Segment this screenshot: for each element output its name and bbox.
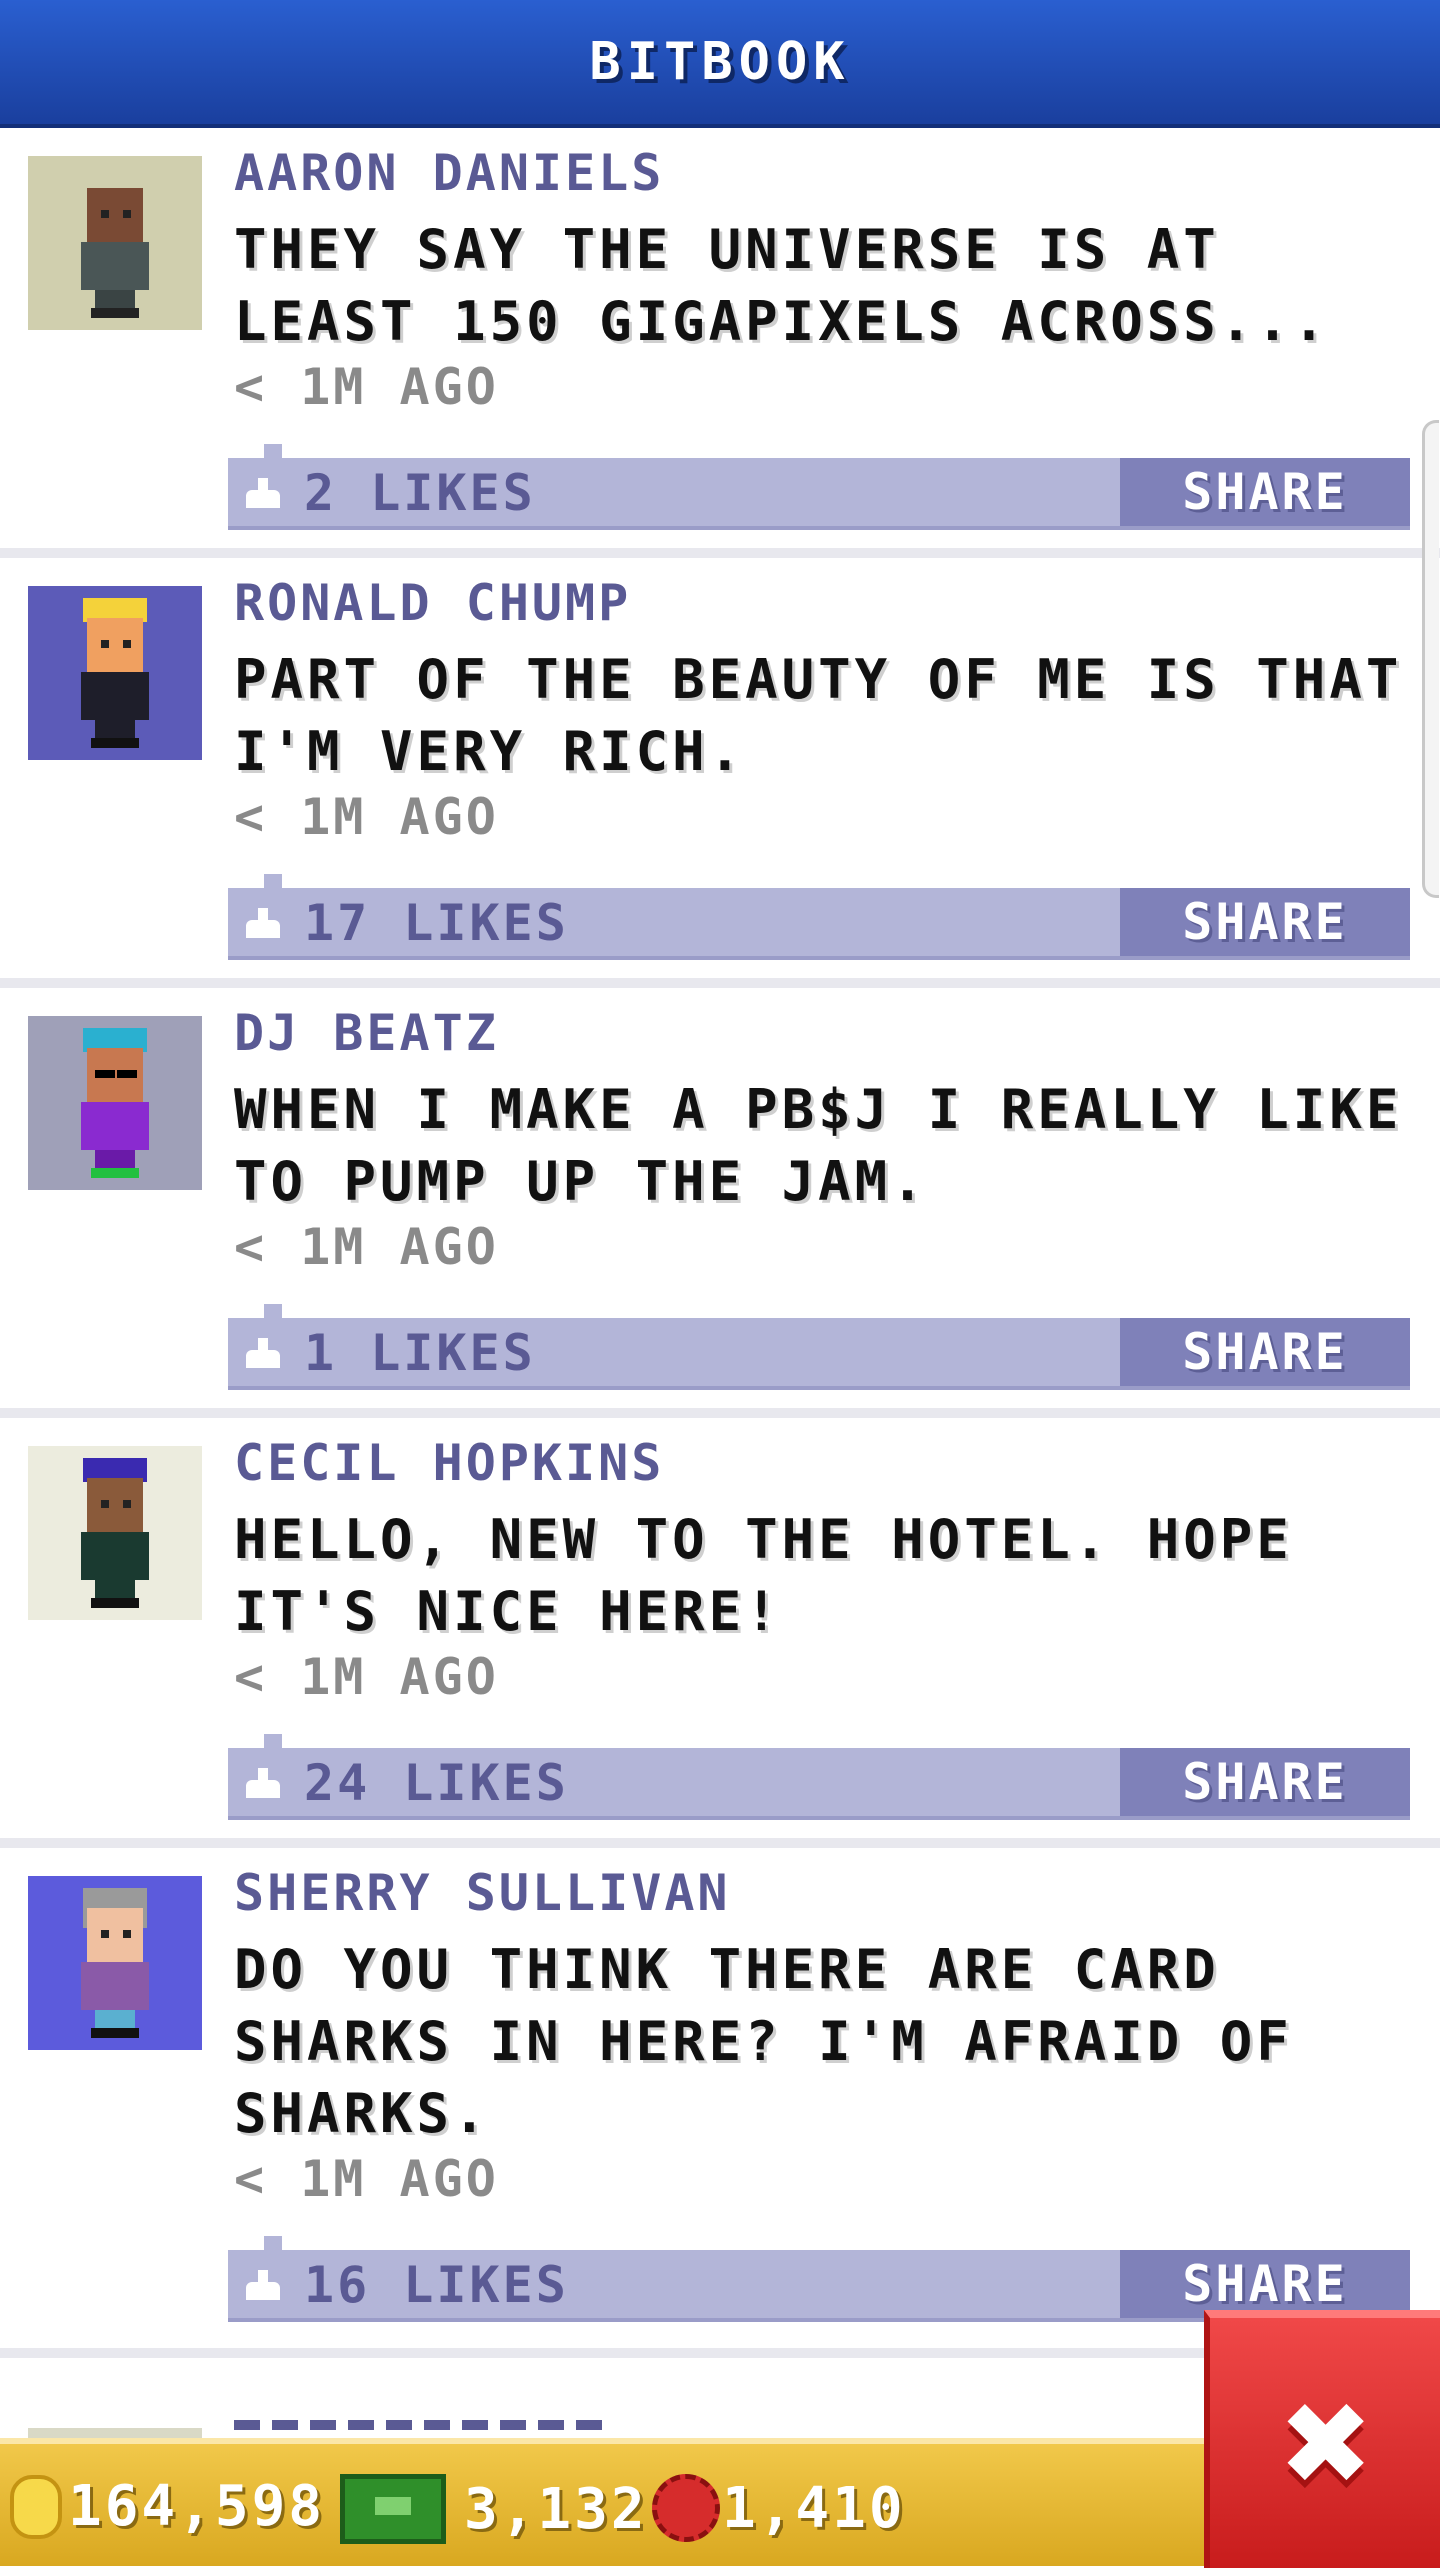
post-card: CECIL HOPKINS HELLO, NEW TO THE HOTEL. H… bbox=[0, 1418, 1440, 1848]
like-bar: 24 LIKES SHARE bbox=[228, 1734, 1410, 1820]
like-count[interactable]: 1 LIKES bbox=[304, 1324, 536, 1382]
poster-name[interactable]: SHERRY SULLIVAN bbox=[234, 1864, 731, 1922]
post-time: < 1M AGO bbox=[234, 358, 499, 416]
like-count[interactable]: 17 LIKES bbox=[304, 894, 569, 952]
coins-value: 164,598 bbox=[68, 2474, 326, 2539]
share-button[interactable]: SHARE bbox=[1120, 1748, 1410, 1816]
app-title: BITBOOK bbox=[589, 32, 851, 92]
thumbs-up-icon[interactable] bbox=[244, 2270, 282, 2300]
share-button[interactable]: SHARE bbox=[1120, 1318, 1410, 1386]
like-bar: 1 LIKES SHARE bbox=[228, 1304, 1410, 1390]
thumbs-up-icon[interactable] bbox=[244, 1338, 282, 1368]
post-card: RONALD CHUMP PART OF THE BEAUTY OF ME IS… bbox=[0, 558, 1440, 988]
character-sprite-icon bbox=[67, 168, 163, 318]
post-time: < 1M AGO bbox=[234, 1218, 499, 1276]
post-message: DO YOU THINK THERE ARE CARD SHARKS IN HE… bbox=[234, 1938, 1293, 2145]
avatar[interactable] bbox=[28, 156, 202, 330]
thumbs-up-icon[interactable] bbox=[244, 478, 282, 508]
like-bar: 2 LIKES SHARE bbox=[228, 444, 1410, 530]
like-count[interactable]: 2 LIKES bbox=[304, 464, 536, 522]
poster-name[interactable]: AARON DANIELS bbox=[234, 144, 664, 202]
avatar[interactable] bbox=[28, 1876, 202, 2050]
post-card: AARON DANIELS THEY SAY THE UNIVERSE IS A… bbox=[0, 128, 1440, 558]
coin-icon bbox=[10, 2474, 62, 2539]
casino-chip-icon bbox=[652, 2474, 720, 2542]
post-message: HELLO, NEW TO THE HOTEL. HOPE IT'S NICE … bbox=[234, 1508, 1293, 1643]
share-button[interactable]: SHARE bbox=[1120, 458, 1410, 526]
post-time: < 1M AGO bbox=[234, 1648, 499, 1706]
post-time: < 1M AGO bbox=[234, 788, 499, 846]
cash-icon bbox=[340, 2474, 446, 2544]
poster-name[interactable]: RONALD CHUMP bbox=[234, 574, 631, 632]
thumbs-up-icon[interactable] bbox=[244, 908, 282, 938]
avatar[interactable] bbox=[28, 1446, 202, 1620]
avatar[interactable] bbox=[28, 586, 202, 760]
character-sprite-icon bbox=[67, 598, 163, 748]
bux-stat: 3,132 bbox=[340, 2474, 648, 2544]
share-button[interactable]: SHARE bbox=[1120, 888, 1410, 956]
like-bar: 17 LIKES SHARE bbox=[228, 874, 1410, 960]
poster-name[interactable]: DJ BEATZ bbox=[234, 1004, 499, 1062]
character-sprite-icon bbox=[67, 1888, 163, 2038]
post-time: < 1M AGO bbox=[234, 2150, 499, 2208]
like-count[interactable]: 24 LIKES bbox=[304, 1754, 569, 1812]
coins-stat: 164,598 bbox=[10, 2474, 325, 2539]
post-feed[interactable]: AARON DANIELS THEY SAY THE UNIVERSE IS A… bbox=[0, 128, 1440, 2358]
chips-value: 1,410 bbox=[722, 2475, 906, 2541]
post-message: PART OF THE BEAUTY OF ME IS THAT I'M VER… bbox=[234, 648, 1403, 783]
poster-name-partial bbox=[234, 2420, 614, 2430]
poster-name[interactable]: CECIL HOPKINS bbox=[234, 1434, 664, 1492]
post-message: THEY SAY THE UNIVERSE IS AT LEAST 150 GI… bbox=[234, 218, 1330, 353]
bux-value: 3,132 bbox=[464, 2476, 648, 2542]
character-sprite-icon bbox=[67, 1028, 163, 1178]
close-button[interactable]: ✖ bbox=[1204, 2310, 1440, 2568]
close-icon: ✖ bbox=[1282, 2356, 1374, 2530]
post-message: WHEN I MAKE A PB$J I REALLY LIKE TO PUMP… bbox=[234, 1078, 1403, 1213]
thumbs-up-icon[interactable] bbox=[244, 1768, 282, 1798]
avatar[interactable] bbox=[28, 1016, 202, 1190]
character-sprite-icon bbox=[67, 1458, 163, 1608]
app-header: BITBOOK bbox=[0, 0, 1440, 128]
post-card: DJ BEATZ WHEN I MAKE A PB$J I REALLY LIK… bbox=[0, 988, 1440, 1418]
post-card: SHERRY SULLIVAN DO YOU THINK THERE ARE C… bbox=[0, 1848, 1440, 2358]
share-button[interactable]: SHARE bbox=[1120, 2250, 1410, 2318]
scroll-indicator[interactable] bbox=[1422, 420, 1439, 898]
chips-stat: 1,410 bbox=[652, 2474, 906, 2542]
like-count[interactable]: 16 LIKES bbox=[304, 2256, 569, 2314]
